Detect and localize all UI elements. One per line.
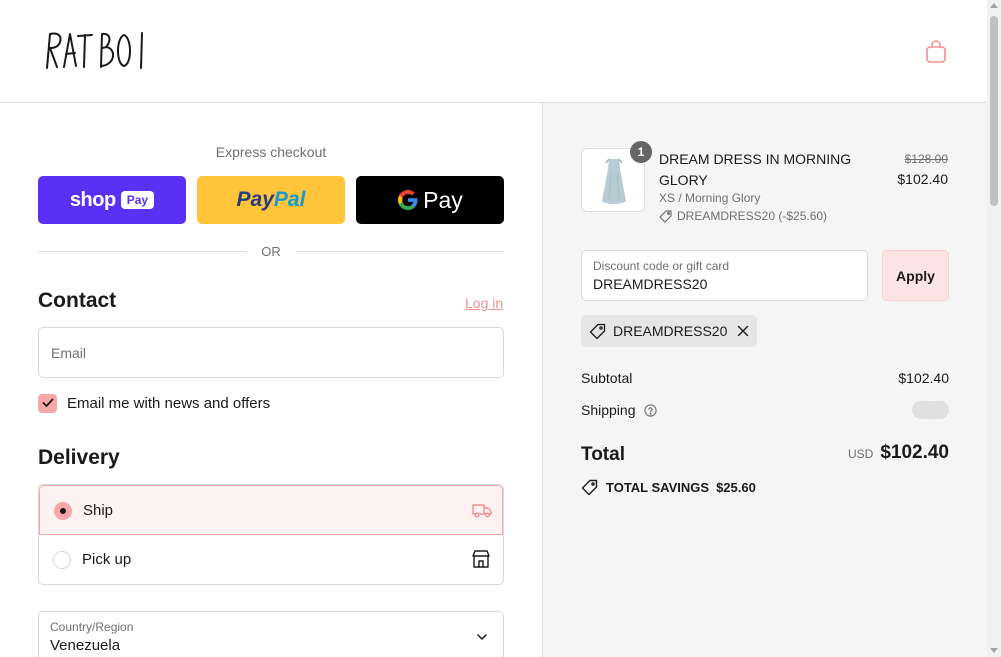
total-savings: TOTAL SAVINGS $25.60 xyxy=(581,479,756,496)
chevron-down-icon xyxy=(477,634,487,640)
shop-pay-button[interactable]: shop Pay xyxy=(38,176,186,224)
scroll-down-arrow-icon[interactable] xyxy=(990,648,998,653)
shipping-value-placeholder xyxy=(912,401,949,419)
scroll-up-arrow-icon[interactable] xyxy=(990,3,998,8)
check-icon xyxy=(42,398,53,407)
delivery-options: Ship Pick up xyxy=(38,484,504,585)
applied-discount-chip: DREAMDRESS20 xyxy=(581,315,758,347)
price-discounted: $102.40 xyxy=(897,171,948,187)
store-icon xyxy=(472,550,490,568)
scroll-thumb[interactable] xyxy=(990,16,998,206)
shopping-bag-icon[interactable] xyxy=(924,39,948,65)
product-variant: XS / Morning Glory xyxy=(659,191,761,205)
paypal-text-pal: Pal xyxy=(273,188,306,211)
country-select[interactable]: Country/Region Venezuela xyxy=(38,611,504,657)
total-value: $102.40 xyxy=(880,442,949,463)
radio-dot xyxy=(60,508,66,514)
help-circle-icon[interactable] xyxy=(644,404,658,417)
order-summary: 1 DREAM DRESS IN MORNING GLORY XS / Morn… xyxy=(542,103,987,657)
total-amount: USD $102.40 xyxy=(848,442,949,464)
discount-code-label: Discount code or gift card xyxy=(593,259,730,273)
contact-heading: Contact xyxy=(38,289,117,312)
subtotal-label: Subtotal xyxy=(581,370,633,386)
express-checkout-label: Express checkout xyxy=(215,144,327,160)
newsletter-label: Email me with news and offers xyxy=(67,394,271,412)
pickup-radio[interactable] xyxy=(53,551,71,569)
product-discount: DREAMDRESS20 (-$25.60) xyxy=(659,209,827,223)
apply-button[interactable]: Apply xyxy=(882,250,949,301)
quantity-badge: 1 xyxy=(630,141,652,163)
subtotal-row: Subtotal $102.40 xyxy=(581,370,949,386)
google-pay-text: Pay xyxy=(423,186,463,213)
email-placeholder: Email xyxy=(51,345,87,361)
paypal-text-pay: Pay xyxy=(236,188,274,211)
paypal-button[interactable]: Pay Pal xyxy=(197,176,345,224)
discount-code-value: DREAMDRESS20 xyxy=(593,276,708,292)
product-discount-text: DREAMDRESS20 (-$25.60) xyxy=(677,209,828,223)
or-text: OR xyxy=(261,244,281,259)
shipping-row: Shipping xyxy=(581,401,949,419)
currency-code: USD xyxy=(847,447,874,461)
delivery-option-ship[interactable]: Ship xyxy=(39,485,503,535)
remove-discount-icon[interactable] xyxy=(737,325,749,337)
shipping-label: Shipping xyxy=(581,402,636,418)
total-label: Total xyxy=(581,444,625,465)
product-name: DREAM DRESS IN MORNING GLORY xyxy=(659,151,852,188)
shop-pay-badge: Pay xyxy=(120,191,155,209)
applied-discount-code: DREAMDRESS20 xyxy=(613,323,728,339)
truck-icon xyxy=(472,504,492,518)
login-link[interactable]: Log in xyxy=(465,295,503,311)
brand-logo[interactable] xyxy=(44,28,156,72)
tag-icon xyxy=(659,209,672,223)
country-value: Venezuela xyxy=(50,637,121,654)
pickup-label: Pick up xyxy=(82,551,132,568)
page-scrollbar[interactable] xyxy=(987,0,1001,657)
tag-icon xyxy=(589,323,606,339)
email-field[interactable]: Email xyxy=(38,327,504,378)
subtotal-value: $102.40 xyxy=(898,370,949,386)
savings-label: TOTAL SAVINGS xyxy=(606,480,710,495)
ship-label: Ship xyxy=(83,502,114,519)
delivery-option-pickup[interactable]: Pick up xyxy=(39,535,503,584)
delivery-heading: Delivery xyxy=(38,446,120,469)
tag-icon xyxy=(581,479,598,496)
country-label: Country/Region xyxy=(50,620,134,634)
checkout-form: Express checkout shop Pay Pay Pal Pay OR … xyxy=(0,103,542,657)
discount-code-field[interactable]: Discount code or gift card DREAMDRESS20 xyxy=(581,250,868,301)
ship-radio[interactable] xyxy=(54,502,72,520)
price-original: $128.00 xyxy=(904,152,948,166)
total-row: Total USD $102.40 xyxy=(581,442,949,468)
newsletter-checkbox[interactable] xyxy=(38,393,57,413)
newsletter-row: Email me with news and offers xyxy=(38,393,270,413)
shop-pay-text: shop xyxy=(69,188,116,211)
google-g-icon xyxy=(398,190,418,210)
savings-value: $25.60 xyxy=(716,480,756,495)
google-pay-button[interactable]: Pay xyxy=(356,176,504,224)
header xyxy=(0,0,987,103)
or-divider: OR xyxy=(38,243,504,261)
